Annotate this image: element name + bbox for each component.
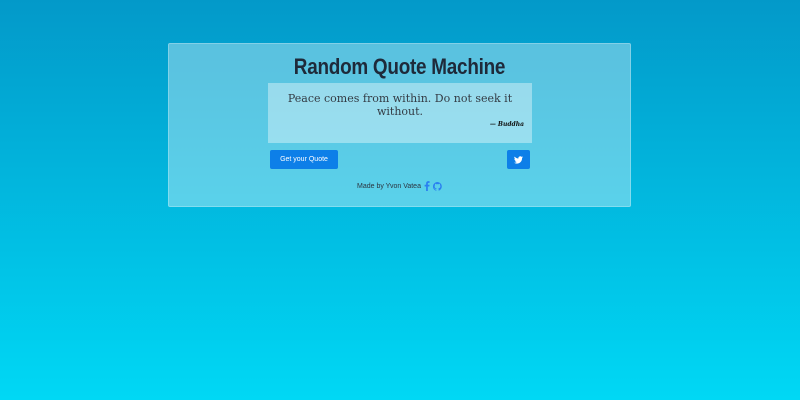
footer: Made by Yvon Vatea — [169, 181, 630, 191]
twitter-icon — [514, 155, 523, 164]
github-icon[interactable] — [433, 181, 442, 191]
quote-box: Peace comes from within. Do not seek it … — [268, 83, 532, 143]
new-quote-button[interactable]: Get your Quote — [270, 150, 338, 169]
quote-card: Random Quote Machine Peace comes from wi… — [168, 43, 631, 207]
footer-credit: Made by Yvon Vatea — [357, 182, 421, 190]
tweet-button[interactable] — [507, 150, 530, 169]
facebook-icon[interactable] — [424, 181, 430, 191]
quote-text: Peace comes from within. Do not seek it … — [287, 92, 513, 118]
page-title: Random Quote Machine — [293, 54, 506, 79]
quote-author: — Buddha — [489, 121, 524, 128]
